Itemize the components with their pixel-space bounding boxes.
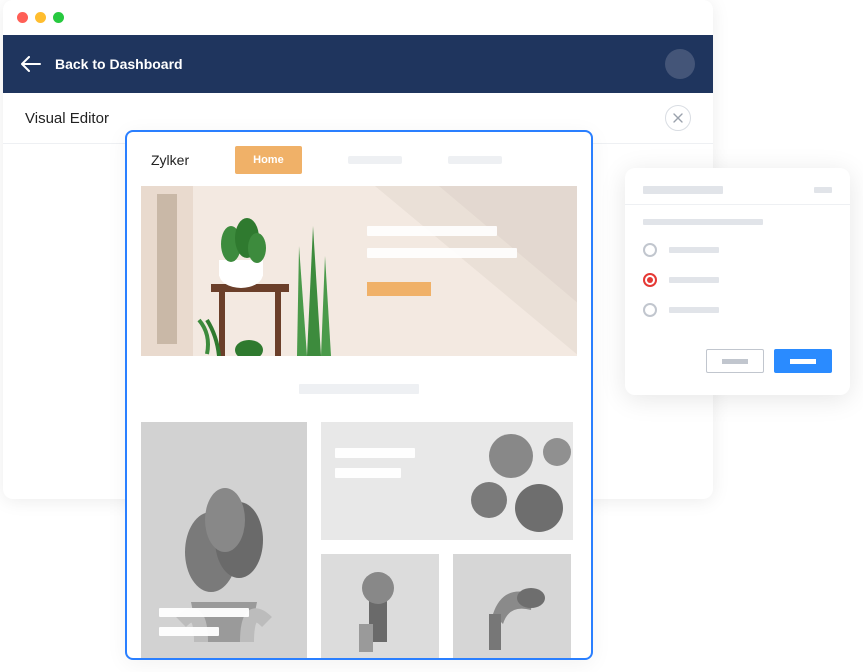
gallery-image[interactable] bbox=[321, 422, 573, 540]
radio-option[interactable] bbox=[643, 265, 832, 295]
window-zoom-icon[interactable] bbox=[53, 12, 64, 23]
window-controls bbox=[3, 0, 713, 35]
nav-item-placeholder[interactable] bbox=[448, 156, 502, 164]
page-title: Visual Editor bbox=[25, 110, 109, 127]
site-nav: Zylker Home bbox=[141, 146, 577, 186]
collapse-icon[interactable] bbox=[814, 187, 832, 193]
gallery-image[interactable] bbox=[453, 554, 571, 658]
gallery-image[interactable] bbox=[321, 554, 439, 658]
panel-subtitle-placeholder bbox=[643, 219, 763, 225]
panel-header bbox=[625, 168, 850, 204]
hero-text-overlay bbox=[367, 186, 577, 356]
gallery-image[interactable] bbox=[141, 422, 307, 658]
radio-label-placeholder bbox=[669, 247, 719, 253]
section-title-placeholder bbox=[299, 384, 419, 394]
radio-icon bbox=[643, 303, 657, 317]
hero-section[interactable] bbox=[141, 186, 577, 356]
radio-option[interactable] bbox=[643, 295, 832, 325]
panel-title-placeholder bbox=[643, 186, 723, 194]
hero-heading-placeholder bbox=[367, 226, 497, 236]
image-caption-overlay bbox=[321, 422, 573, 488]
arrow-left-icon bbox=[21, 56, 41, 72]
editor-canvas[interactable]: Zylker Home bbox=[125, 130, 593, 660]
options-panel bbox=[625, 168, 850, 395]
radio-icon bbox=[643, 243, 657, 257]
nav-item-placeholder[interactable] bbox=[348, 156, 402, 164]
gallery bbox=[141, 422, 577, 658]
confirm-button[interactable] bbox=[774, 349, 832, 373]
cancel-button[interactable] bbox=[706, 349, 764, 373]
site-brand[interactable]: Zylker bbox=[151, 152, 189, 168]
radio-option[interactable] bbox=[643, 235, 832, 265]
top-bar: Back to Dashboard bbox=[3, 35, 713, 93]
back-label: Back to Dashboard bbox=[55, 56, 183, 72]
radio-group bbox=[625, 235, 850, 349]
close-button[interactable] bbox=[665, 105, 691, 131]
radio-label-placeholder bbox=[669, 277, 719, 283]
back-to-dashboard-link[interactable]: Back to Dashboard bbox=[21, 56, 183, 72]
radio-icon bbox=[643, 273, 657, 287]
hero-cta-button[interactable] bbox=[367, 282, 431, 296]
hero-subheading-placeholder bbox=[367, 248, 517, 258]
avatar[interactable] bbox=[665, 49, 695, 79]
window-close-icon[interactable] bbox=[17, 12, 28, 23]
window-minimize-icon[interactable] bbox=[35, 12, 46, 23]
close-icon bbox=[673, 113, 683, 123]
nav-home-tab[interactable]: Home bbox=[235, 146, 302, 174]
panel-actions bbox=[625, 349, 850, 395]
image-caption-overlay bbox=[159, 608, 249, 646]
radio-label-placeholder bbox=[669, 307, 719, 313]
